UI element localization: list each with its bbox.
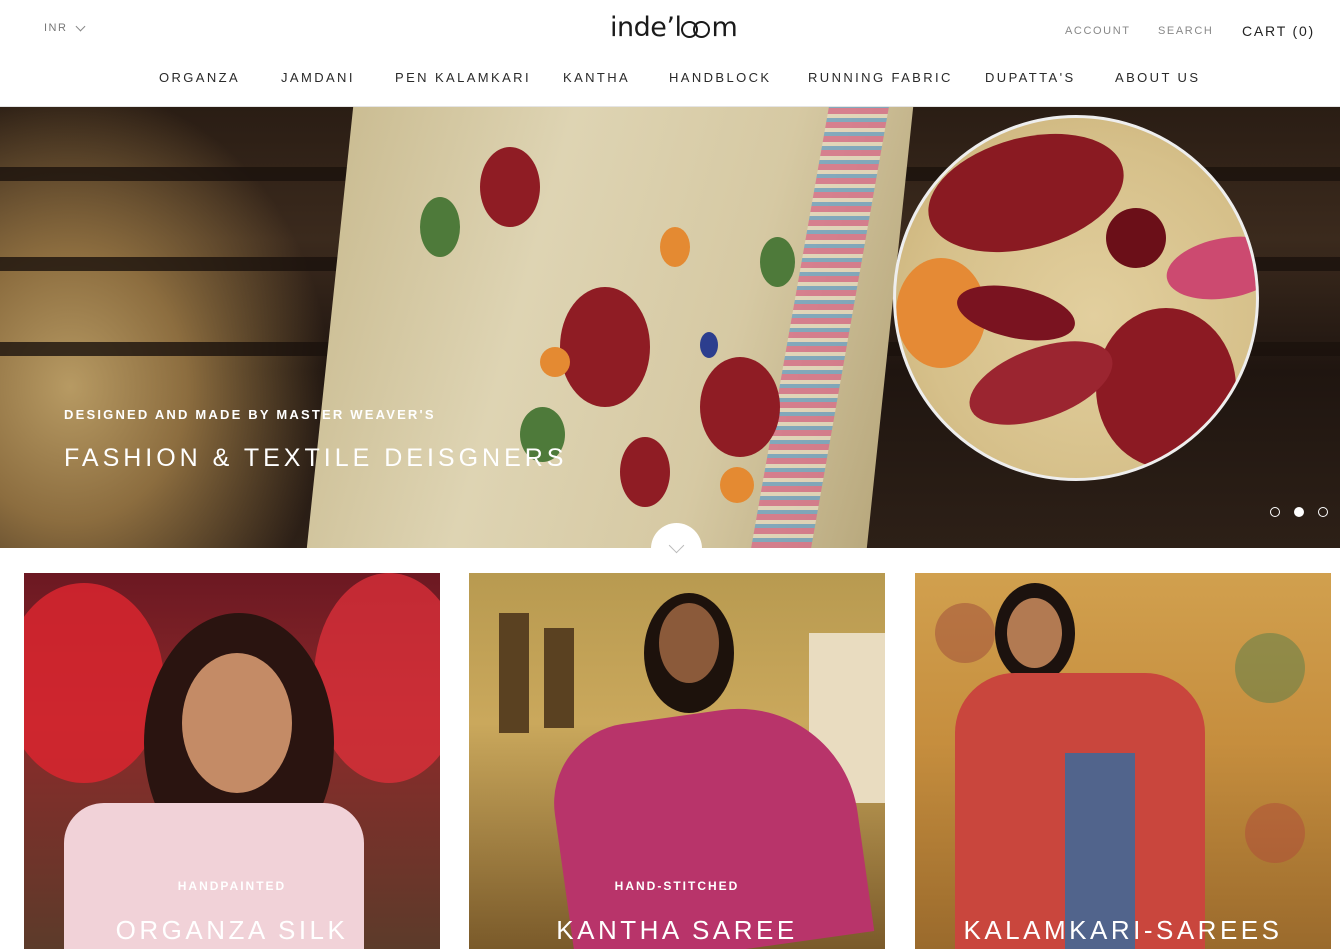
embroidery-motif [420,197,460,257]
logo-text-part: m [711,12,738,43]
scroll-down-button[interactable] [651,523,702,574]
hero-slideshow: DESIGNED AND MADE BY MASTER WEAVER'S FAS… [0,107,1340,548]
site-logo[interactable]: inde’ l m [610,12,738,48]
card-image-face [1007,598,1062,668]
collection-subtitle: HAND-STITCHED [614,879,740,893]
collection-card-kantha-saree[interactable]: HAND-STITCHED KANTHA SAREE [469,573,885,949]
nav-item-dupattas[interactable]: DUPATTA'S [985,70,1076,85]
currency-label: INR [44,22,68,34]
collection-subtitle: HANDPAINTED [177,879,287,893]
embroidery-motif [700,357,780,457]
main-navigation: ORGANZA JAMDANI PEN KALAMKARI KANTHA HAN… [0,70,1340,90]
embroidery-motif [720,467,754,503]
slide-dot-1[interactable] [1270,507,1280,517]
logo-ring-icon [693,21,711,38]
card-image-face [659,603,719,683]
embroidery-motif [480,147,540,227]
nav-item-handblock[interactable]: HANDBLOCK [669,70,772,85]
embroidery-motif [540,347,570,377]
chevron-down-icon [668,537,685,554]
currency-selector[interactable]: INR [44,21,86,34]
collection-card-kalamkari-sarees[interactable]: KALAMKARI-SAREES [915,573,1331,949]
nav-item-jamdani[interactable]: JAMDANI [281,70,355,85]
embroidery-motif [760,237,795,287]
embroidery-motif [660,227,690,267]
logo-text-part: inde [610,12,667,43]
hero-title: FASHION & TEXTILE DEISGNERS [64,444,568,472]
zoom-motif [915,118,1137,273]
embroidery-motif [620,437,670,507]
nav-item-about-us[interactable]: ABOUT US [1115,70,1200,85]
nav-item-kantha[interactable]: KANTHA [563,70,630,85]
slide-dot-2[interactable] [1294,507,1304,517]
hero-zoom-detail-image [893,115,1259,481]
nav-item-pen-kalamkari[interactable]: PEN KALAMKARI [395,70,531,85]
nav-item-organza[interactable]: ORGANZA [159,70,240,85]
card-image-face [182,653,292,793]
cart-link[interactable]: CART (0) [1242,23,1315,39]
embroidery-motif [700,332,718,358]
zoom-motif [958,324,1124,442]
zoom-motif [1106,208,1166,268]
hero-subtitle: DESIGNED AND MADE BY MASTER WEAVER'S [64,407,436,422]
card-image-pattern [935,603,995,663]
site-header: INR inde’ l m ACCOUNT SEARCH CART (0) ORGA… [0,0,1340,107]
account-link[interactable]: ACCOUNT [1065,25,1131,37]
card-image-wall-frame [499,613,529,733]
card-image-wall-frame [544,628,574,728]
card-image-pattern [1235,633,1305,703]
collection-title: KALAMKARI-SAREES [963,915,1283,945]
logo-text-part: l [674,12,682,43]
card-image-flowers [24,583,164,783]
collection-title: KANTHA SAREE [556,915,798,945]
zoom-motif [1096,308,1236,468]
zoom-motif [1161,228,1256,308]
nav-item-running-fabric[interactable]: RUNNING FABRIC [808,70,953,85]
collection-card-organza-silk[interactable]: HANDPAINTED ORGANZA SILK [24,573,440,949]
slide-dot-3[interactable] [1318,507,1328,517]
embroidery-motif [560,287,650,407]
chevron-down-icon [76,21,86,31]
slide-pagination [1270,507,1328,517]
collection-title: ORGANZA SILK [115,915,349,945]
search-link[interactable]: SEARCH [1158,25,1213,37]
card-image-pattern [1245,803,1305,863]
logo-text-part: ’ [666,12,675,43]
